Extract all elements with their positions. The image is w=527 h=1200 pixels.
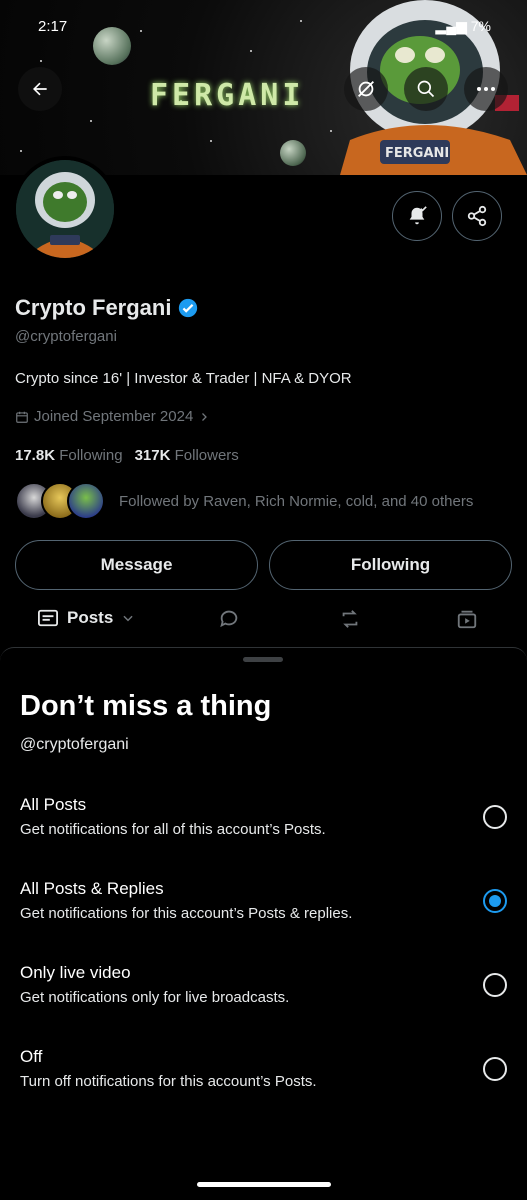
- search-button[interactable]: [404, 67, 448, 111]
- followed-by-row[interactable]: Followed by Raven, Rich Normie, cold, an…: [15, 482, 473, 520]
- option-all-posts[interactable]: All Posts Get notifications for all of t…: [0, 795, 527, 879]
- tab-replies[interactable]: [218, 608, 240, 630]
- option-off[interactable]: Off Turn off notifications for this acco…: [0, 1047, 527, 1131]
- option-subtitle: Get notifications only for live broadcas…: [20, 989, 290, 1006]
- profile-bio: Crypto since 16' | Investor & Trader | N…: [15, 370, 352, 387]
- planet-graphic: [280, 140, 306, 166]
- joined-date-row[interactable]: Joined September 2024: [15, 408, 210, 425]
- grok-button[interactable]: [344, 67, 388, 111]
- more-dots-icon: [477, 87, 495, 91]
- tab-posts[interactable]: Posts: [37, 608, 135, 628]
- posts-icon: [38, 609, 58, 627]
- share-button[interactable]: [452, 191, 502, 241]
- option-title: Off: [20, 1047, 43, 1066]
- radio-button[interactable]: [483, 1057, 507, 1081]
- followers-count: 317K: [134, 447, 171, 464]
- option-title: All Posts: [20, 795, 87, 814]
- repost-icon: [342, 610, 358, 628]
- signal-icon: ▂▄▆: [435, 18, 471, 34]
- arrow-left-icon: [33, 82, 47, 96]
- followers-label: Followers: [174, 447, 239, 464]
- profile-name-row: Crypto Fergani: [15, 295, 199, 321]
- followed-by-text: Followed by Raven, Rich Normie, cold, an…: [119, 492, 474, 510]
- share-icon: [467, 205, 487, 227]
- tab-media[interactable]: [456, 608, 478, 630]
- calendar-icon: [16, 411, 28, 423]
- followers-link[interactable]: 317K Followers: [135, 447, 239, 464]
- option-subtitle: Get notifications for all of this accoun…: [20, 821, 326, 838]
- option-subtitle: Turn off notifications for this account’…: [20, 1073, 317, 1090]
- chevron-down-icon: [123, 615, 133, 622]
- option-title: All Posts & Replies: [20, 879, 164, 898]
- grok-icon: [358, 81, 374, 97]
- profile-avatar[interactable]: [12, 156, 118, 262]
- notifications-bell-button[interactable]: [392, 191, 442, 241]
- message-button[interactable]: Message: [15, 540, 258, 590]
- sheet-title: Don’t miss a thing: [20, 690, 272, 722]
- more-options-button[interactable]: [464, 67, 508, 111]
- joined-date: Joined September 2024: [34, 408, 194, 425]
- verified-badge-icon: [179, 298, 198, 318]
- radio-button[interactable]: [483, 805, 507, 829]
- radio-button-selected[interactable]: [483, 889, 507, 913]
- battery-indicator: ▂▄▆ 7%: [435, 18, 491, 34]
- profile-name: Crypto Fergani: [15, 295, 172, 320]
- notification-options-sheet: Don’t miss a thing @cryptofergani All Po…: [0, 647, 527, 1200]
- sheet-drag-handle[interactable]: [243, 657, 283, 662]
- following-link[interactable]: 17.8K Following: [15, 447, 123, 464]
- profile-handle: @cryptofergani: [15, 328, 117, 345]
- home-indicator[interactable]: [197, 1182, 331, 1187]
- option-title: Only live video: [20, 963, 131, 982]
- follower-avatar: [67, 482, 105, 520]
- status-time: 2:17: [38, 18, 68, 35]
- status-bar: 2:17 ▂▄▆ 7%: [0, 0, 527, 52]
- following-count: 17.8K: [15, 447, 56, 464]
- bell-check-icon: [409, 206, 427, 225]
- option-all-posts-replies[interactable]: All Posts & Replies Get notifications fo…: [0, 879, 527, 963]
- banner-logo-text: FERGANI: [150, 78, 305, 113]
- media-icon: [457, 610, 477, 629]
- chevron-right-icon: [202, 412, 208, 421]
- radio-button[interactable]: [483, 973, 507, 997]
- reply-bubble-icon: [220, 610, 238, 628]
- sheet-handle: @cryptofergani: [20, 736, 129, 753]
- option-subtitle: Get notifications for this account’s Pos…: [20, 905, 353, 922]
- following-button[interactable]: Following: [269, 540, 512, 590]
- suit-label: FERGANI: [385, 146, 449, 161]
- option-only-live-video[interactable]: Only live video Get notifications only f…: [0, 963, 527, 1047]
- follow-stats: 17.8K Following 317K Followers: [15, 447, 239, 464]
- profile-tabs: Posts: [0, 600, 527, 640]
- back-button[interactable]: [18, 67, 62, 111]
- tab-reposts[interactable]: [338, 608, 362, 630]
- avatar-frog-icon: [16, 160, 114, 258]
- search-icon: [417, 80, 435, 98]
- tab-posts-label: Posts: [67, 608, 114, 627]
- following-label: Following: [59, 447, 123, 464]
